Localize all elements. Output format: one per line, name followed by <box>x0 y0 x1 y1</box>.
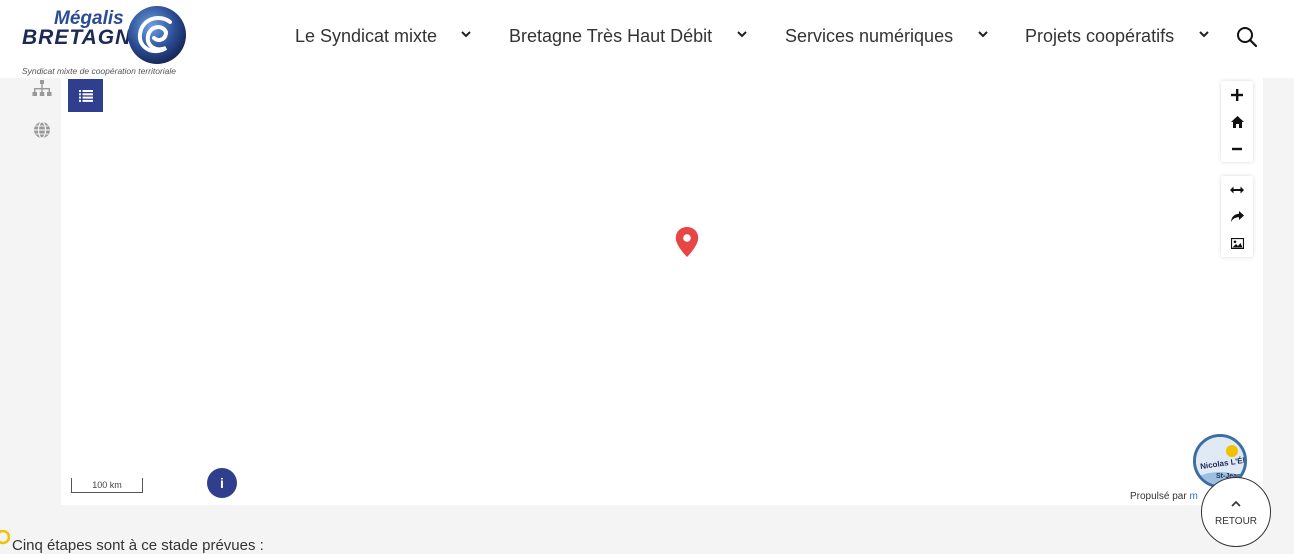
zoom-out-icon <box>1232 147 1242 150</box>
map-tool-controls <box>1221 176 1253 257</box>
zoom-out-button[interactable] <box>1221 135 1253 162</box>
site-logo[interactable]: Mégalis BRETAGNE Syndicat mixte de coopé… <box>18 4 190 78</box>
map-canvas[interactable] <box>61 78 1263 505</box>
intro-text: Cinq étapes sont à ce stade prévues : <box>12 537 264 554</box>
nav-projets-cooperatifs[interactable]: Projets coopératifs <box>1025 24 1174 48</box>
image-export-icon <box>1230 238 1244 249</box>
image-export-button[interactable] <box>1221 230 1253 257</box>
sitemap-icon[interactable] <box>32 79 52 99</box>
measure-icon <box>1230 186 1244 193</box>
chevron-up-icon <box>1231 500 1241 507</box>
list-icon <box>78 89 93 102</box>
nav-syndicat-mixte[interactable]: Le Syndicat mixte <box>295 24 437 48</box>
chevron-down-icon[interactable] <box>736 28 748 40</box>
chevron-down-icon[interactable] <box>460 28 472 40</box>
home-button[interactable] <box>1221 108 1253 135</box>
nav-bretagne-thd[interactable]: Bretagne Très Haut Débit <box>509 24 712 48</box>
logo-tagline: Syndicat mixte de coopération territoria… <box>22 66 177 76</box>
back-to-top-label: RETOUR <box>1214 516 1258 527</box>
chevron-down-icon[interactable] <box>1198 28 1210 40</box>
map-scale: 100 km <box>71 478 143 493</box>
lightbulb-icon <box>0 530 10 545</box>
map-zoom-controls <box>1221 81 1253 162</box>
globe-icon[interactable] <box>32 120 52 140</box>
zoom-in-button[interactable] <box>1221 81 1253 108</box>
share-button[interactable] <box>1221 203 1253 230</box>
nav-services-numeriques[interactable]: Services numériques <box>785 24 953 48</box>
credit-text: Propulsé par <box>1130 491 1187 502</box>
site-header: Mégalis BRETAGNE Syndicat mixte de coopé… <box>0 0 1294 78</box>
logo-swirl-icon <box>128 6 186 64</box>
map-credit: Propulsé par m <box>1130 491 1198 502</box>
credit-link[interactable]: m <box>1189 491 1197 502</box>
zoom-in-icon <box>1231 88 1243 101</box>
chevron-down-icon[interactable] <box>977 28 989 40</box>
map-pin-icon[interactable] <box>674 226 700 258</box>
home-icon <box>1230 115 1244 128</box>
measure-button[interactable] <box>1221 176 1253 203</box>
search-icon[interactable] <box>1236 26 1258 48</box>
back-to-top-button[interactable]: RETOUR <box>1201 477 1271 547</box>
layers-button[interactable] <box>68 79 103 112</box>
share-icon <box>1230 211 1244 222</box>
info-button[interactable]: i <box>207 468 237 498</box>
